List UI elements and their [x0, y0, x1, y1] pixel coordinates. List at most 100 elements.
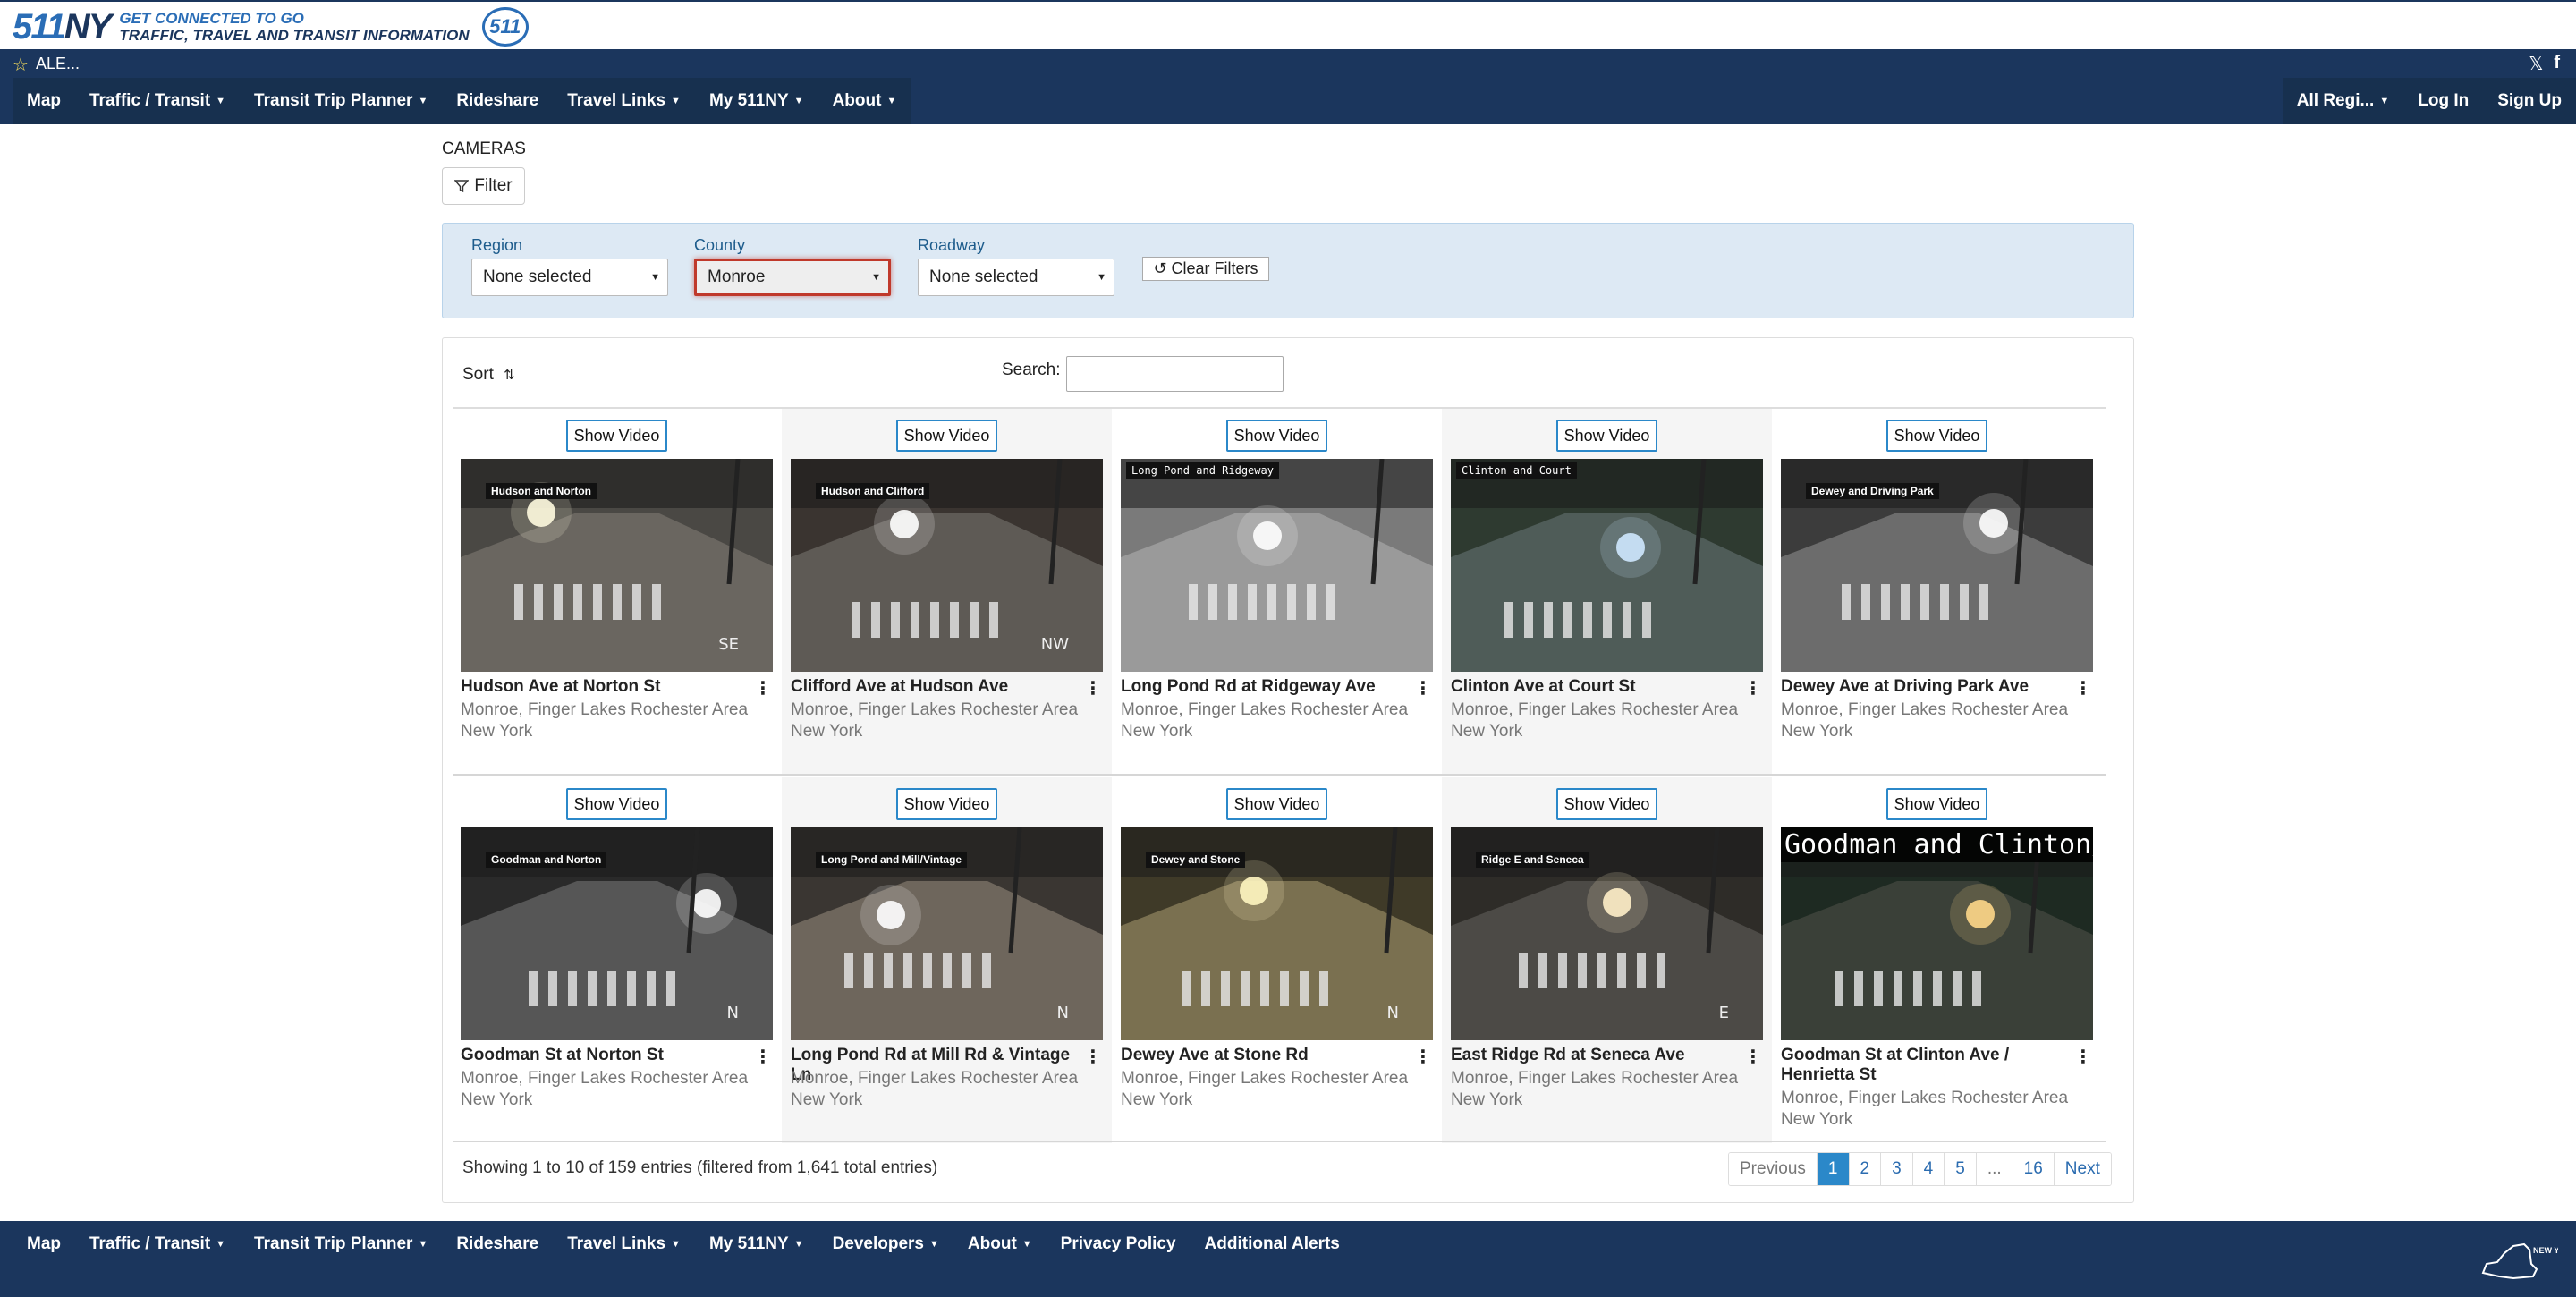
- star-icon[interactable]: ☆: [13, 54, 29, 76]
- nav-item-my-511ny[interactable]: My 511NY ▼: [695, 78, 818, 124]
- camera-snapshot[interactable]: Ridge E and Seneca E: [1451, 827, 1763, 1040]
- nav-item-privacy-policy[interactable]: Privacy Policy: [1046, 1221, 1191, 1267]
- nav-item-traffic-transit[interactable]: Traffic / Transit ▼: [75, 1221, 240, 1267]
- nav-item-traffic-transit[interactable]: Traffic / Transit ▼: [75, 78, 240, 124]
- nav-item-log-in[interactable]: Log In: [2403, 78, 2483, 124]
- sort-control[interactable]: Sort ⇅: [462, 365, 515, 385]
- page-3[interactable]: 3: [1880, 1153, 1912, 1185]
- nav-item-transit-trip-planner[interactable]: Transit Trip Planner ▼: [240, 78, 442, 124]
- nav-item-my-511ny[interactable]: My 511NY ▼: [695, 1221, 818, 1267]
- caret-down-icon: ▼: [650, 272, 660, 283]
- nav-item-travel-links[interactable]: Travel Links ▼: [553, 1221, 695, 1267]
- page-16[interactable]: 16: [2012, 1153, 2054, 1185]
- camera-title[interactable]: Hudson Ave at Norton St: [461, 677, 747, 697]
- camera-title[interactable]: Clifford Ave at Hudson Ave: [791, 677, 1077, 697]
- kebab-menu-icon[interactable]: ⋮: [754, 1046, 772, 1068]
- nav-item-sign-up[interactable]: Sign Up: [2483, 78, 2576, 124]
- camera-title[interactable]: East Ridge Rd at Seneca Ave: [1451, 1046, 1737, 1065]
- camera-snapshot[interactable]: Goodman and Norton N: [461, 827, 773, 1040]
- show-video-button[interactable]: Show Video: [896, 788, 997, 820]
- nav-item-label: Travel Links: [567, 1234, 666, 1254]
- nav-item-transit-trip-planner[interactable]: Transit Trip Planner ▼: [240, 1221, 442, 1267]
- roadway-select[interactable]: None selected ▼: [918, 259, 1114, 296]
- camera-title[interactable]: Goodman St at Norton St: [461, 1046, 747, 1065]
- kebab-menu-icon[interactable]: ⋮: [2074, 1046, 2092, 1068]
- nav-item-map[interactable]: Map: [13, 78, 75, 124]
- nav-item-rideshare[interactable]: Rideshare: [442, 78, 553, 124]
- filter-button[interactable]: Filter: [442, 167, 525, 205]
- caret-down-icon: ▼: [2379, 96, 2390, 106]
- logo-tagline-1: GET CONNECTED TO GO: [119, 10, 304, 27]
- alert-text[interactable]: ALE...: [36, 55, 80, 73]
- kebab-menu-icon[interactable]: ⋮: [1744, 1046, 1762, 1068]
- camera-snapshot[interactable]: Hudson and Norton SE: [461, 459, 773, 672]
- camera-title[interactable]: Dewey Ave at Stone Rd: [1121, 1046, 1407, 1065]
- page-5[interactable]: 5: [1944, 1153, 1976, 1185]
- page-next[interactable]: Next: [2053, 1153, 2111, 1185]
- camera-snapshot[interactable]: Dewey and Driving Park: [1781, 459, 2093, 672]
- new-york-state-logo[interactable]: NEW YORK STATE: [2478, 1237, 2558, 1284]
- nav-item-developers[interactable]: Developers ▼: [818, 1221, 953, 1267]
- caret-down-icon: ▼: [793, 96, 804, 106]
- show-video-button[interactable]: Show Video: [896, 420, 997, 452]
- nav-item-about[interactable]: About ▼: [818, 78, 911, 124]
- camera-location-state: New York: [461, 722, 533, 741]
- nav-item-map[interactable]: Map: [13, 1221, 75, 1267]
- camera-snapshot[interactable]: Clinton and Court: [1451, 459, 1763, 672]
- show-video-button[interactable]: Show Video: [1886, 788, 1987, 820]
- show-video-button[interactable]: Show Video: [1226, 420, 1327, 452]
- camera-card: Show Video Goodman and Norton N Goodman St …: [452, 777, 782, 1143]
- nav-left: Map Traffic / Transit ▼ Transit Trip Planne…: [13, 78, 911, 124]
- region-label: Region: [471, 236, 523, 254]
- kebab-menu-icon[interactable]: ⋮: [754, 677, 772, 699]
- kebab-menu-icon[interactable]: ⋮: [1084, 677, 1102, 699]
- search-input[interactable]: [1066, 356, 1284, 392]
- nav-item-additional-alerts[interactable]: Additional Alerts: [1191, 1221, 1354, 1267]
- camera-direction: N: [726, 1004, 739, 1022]
- page-1[interactable]: 1: [1816, 1153, 1849, 1185]
- facebook-icon[interactable]: f: [2554, 53, 2560, 75]
- caret-down-icon: ▼: [871, 272, 881, 283]
- show-video-button[interactable]: Show Video: [1556, 788, 1657, 820]
- kebab-menu-icon[interactable]: ⋮: [2074, 677, 2092, 699]
- site-logo[interactable]: 511 NY GET CONNECTED TO GO TRAFFIC, TRAV…: [13, 7, 529, 47]
- page-2[interactable]: 2: [1848, 1153, 1881, 1185]
- camera-title[interactable]: Long Pond Rd at Ridgeway Ave: [1121, 677, 1407, 697]
- clear-filters-button[interactable]: ↺ Clear Filters: [1142, 257, 1269, 281]
- kebab-menu-icon[interactable]: ⋮: [1414, 1046, 1432, 1068]
- x-twitter-icon[interactable]: 𝕏: [2529, 53, 2543, 75]
- camera-title[interactable]: Goodman St at Clinton Ave / Henrietta St: [1781, 1046, 2067, 1085]
- camera-snapshot[interactable]: Hudson and Clifford NW: [791, 459, 1103, 672]
- page-4[interactable]: 4: [1911, 1153, 1945, 1185]
- nav-item-all-regi[interactable]: All Regi... ▼: [2283, 78, 2403, 124]
- nav-item-rideshare[interactable]: Rideshare: [442, 1221, 553, 1267]
- nav-item-label: Additional Alerts: [1204, 1234, 1340, 1253]
- camera-card: Show Video Long Pond and Ridgeway Long Pon…: [1112, 409, 1442, 775]
- region-select[interactable]: None selected ▼: [471, 259, 668, 296]
- camera-snapshot[interactable]: Dewey and Stone N: [1121, 827, 1433, 1040]
- state-logo-text: NEW YORK STATE: [2533, 1246, 2558, 1255]
- kebab-menu-icon[interactable]: ⋮: [1744, 677, 1762, 699]
- camera-overlay-label: Long Pond and Mill/Vintage: [816, 852, 968, 868]
- show-video-button[interactable]: Show Video: [1556, 420, 1657, 452]
- show-video-button[interactable]: Show Video: [566, 420, 667, 452]
- show-video-button[interactable]: Show Video: [1226, 788, 1327, 820]
- camera-overlay-label: Dewey and Stone: [1146, 852, 1246, 868]
- camera-location-state: New York: [1121, 722, 1193, 741]
- camera-snapshot[interactable]: Long Pond and Mill/Vintage N: [791, 827, 1103, 1040]
- nav-right: All Regi... ▼ Log In Sign Up: [2282, 78, 2576, 124]
- camera-title[interactable]: Clinton Ave at Court St: [1451, 677, 1737, 697]
- kebab-menu-icon[interactable]: ⋮: [1084, 1046, 1102, 1068]
- camera-snapshot[interactable]: Goodman and Clinton/: [1781, 827, 2093, 1040]
- county-select[interactable]: Monroe ▼: [694, 259, 891, 296]
- nav-item-label: Travel Links: [567, 91, 666, 111]
- nav-item-travel-links[interactable]: Travel Links ▼: [553, 78, 695, 124]
- show-video-button[interactable]: Show Video: [566, 788, 667, 820]
- camera-title[interactable]: Dewey Ave at Driving Park Ave: [1781, 677, 2067, 697]
- show-video-button[interactable]: Show Video: [1886, 420, 1987, 452]
- page-previous[interactable]: Previous: [1729, 1153, 1817, 1185]
- caret-down-icon: ▼: [671, 96, 681, 106]
- kebab-menu-icon[interactable]: ⋮: [1414, 677, 1432, 699]
- nav-item-about[interactable]: About ▼: [953, 1221, 1046, 1267]
- camera-snapshot[interactable]: Long Pond and Ridgeway: [1121, 459, 1433, 672]
